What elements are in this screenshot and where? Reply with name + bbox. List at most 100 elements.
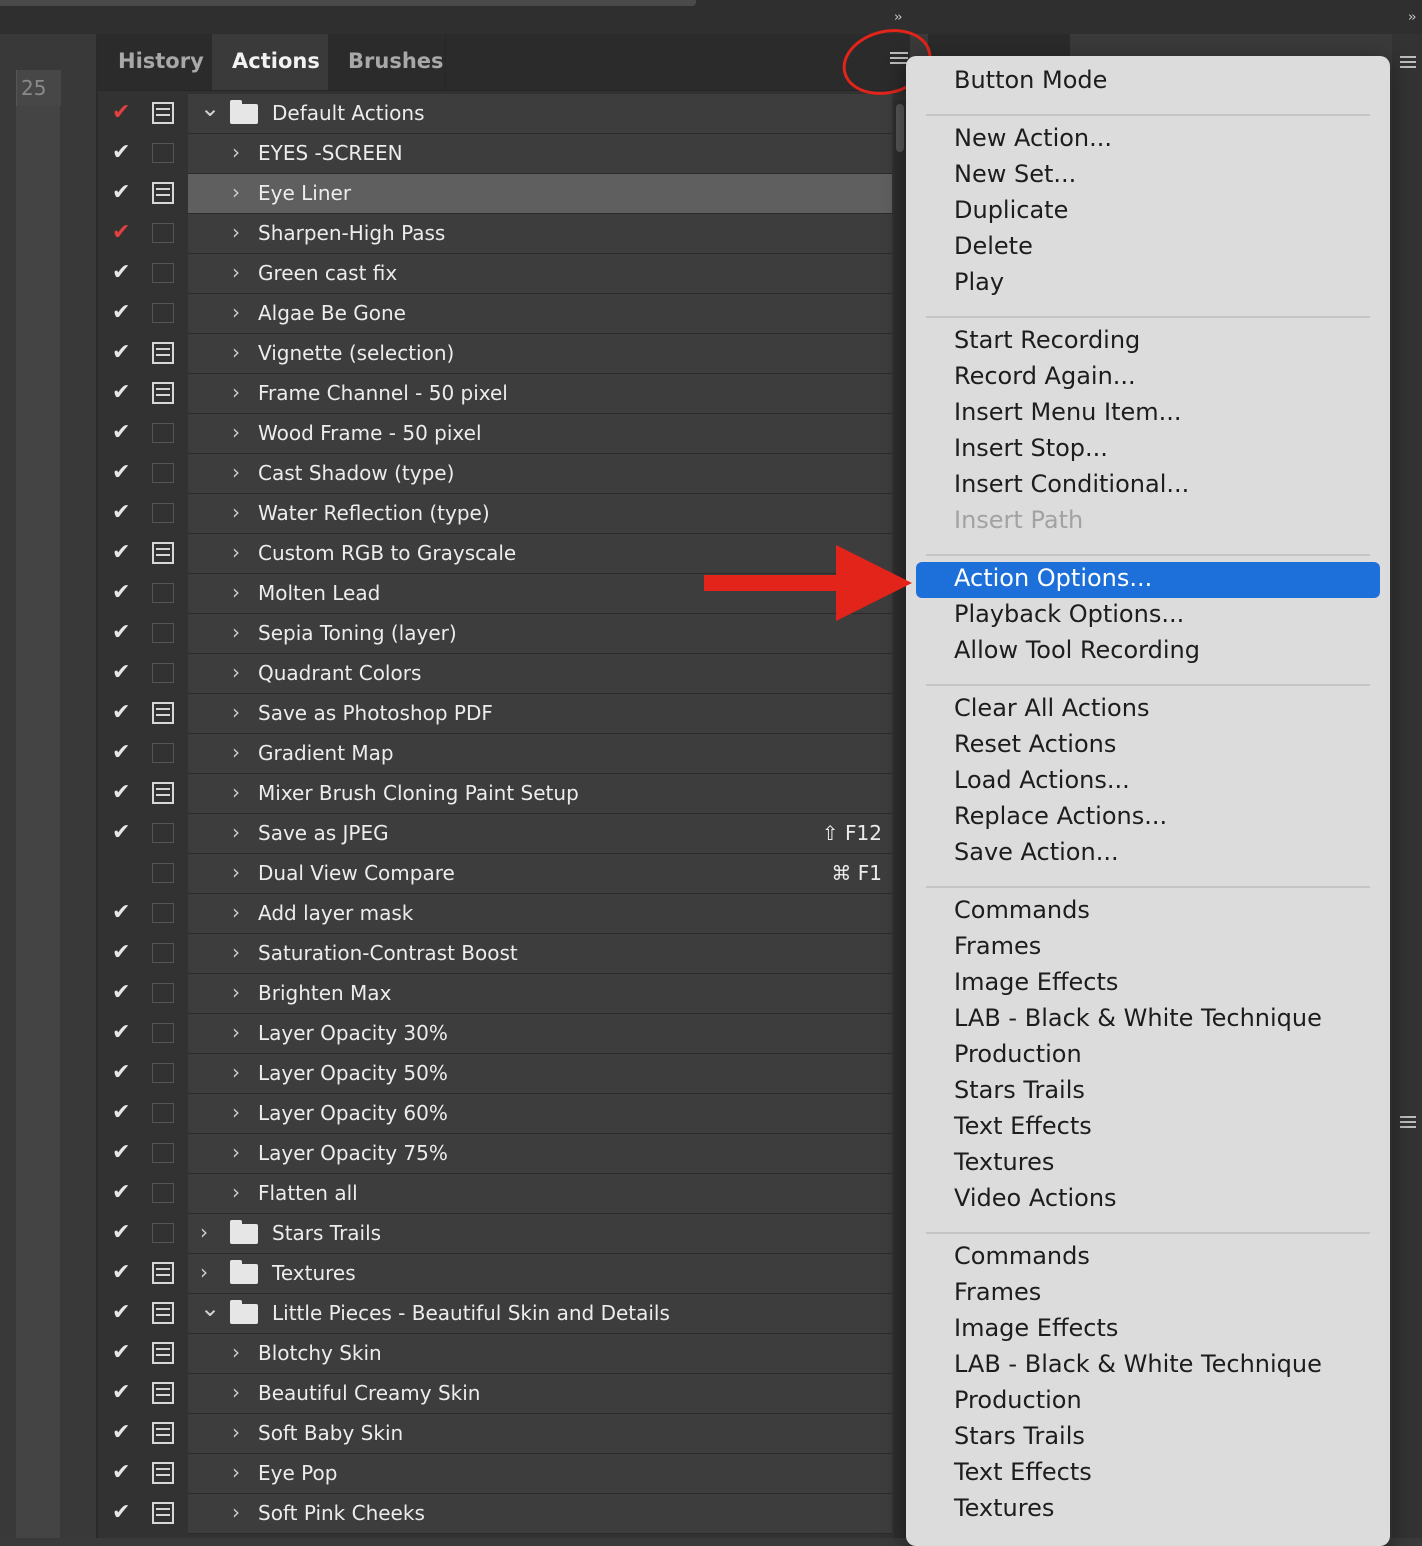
dialog-toggle-empty[interactable] (152, 583, 174, 603)
dialog-toggle-empty[interactable] (152, 823, 174, 843)
chevron-right-icon[interactable]: › (232, 420, 240, 444)
chevron-right-icon[interactable]: › (232, 1420, 240, 1444)
action-row[interactable]: ✔ › Vignette (selection) (98, 334, 892, 374)
row-body[interactable]: › Soft Pink Cheeks (188, 1494, 892, 1534)
menu-item[interactable]: Delete (954, 232, 1033, 260)
row-body[interactable]: › Gradient Map (188, 734, 892, 774)
menu-item[interactable]: Image Effects (954, 1314, 1118, 1342)
toggle-dialog-cell[interactable] (144, 374, 184, 413)
chevron-down-icon[interactable]: ⌄ (200, 94, 220, 122)
menu-item[interactable]: Text Effects (954, 1112, 1092, 1140)
checkmark-icon[interactable]: ✔ (112, 1100, 130, 1125)
toggle-item-cell[interactable]: ✔ (104, 414, 140, 453)
row-body[interactable]: › Dual View Compare ⌘ F1 (188, 854, 892, 894)
row-body[interactable]: › Textures (188, 1254, 892, 1294)
row-body[interactable]: ⌄ Little Pieces - Beautiful Skin and Deta… (188, 1294, 892, 1334)
dialog-toggle-empty[interactable] (152, 1223, 174, 1243)
toggle-item-cell[interactable]: ✔ (104, 1054, 140, 1093)
toggle-dialog-cell[interactable] (144, 1254, 184, 1293)
chevron-right-icon[interactable]: › (200, 1220, 208, 1244)
menu-item[interactable]: Insert Conditional... (954, 470, 1189, 498)
toggle-dialog-cell[interactable] (144, 974, 184, 1013)
chevron-right-icon[interactable]: › (232, 1380, 240, 1404)
checkmark-icon[interactable]: ✔ (112, 620, 130, 645)
dialog-toggle-icon[interactable] (152, 702, 174, 724)
checkmark-icon[interactable]: ✔ (112, 1380, 130, 1405)
toggle-item-cell[interactable]: ✔ (104, 174, 140, 213)
checkmark-icon[interactable]: ✔ (112, 1140, 130, 1165)
chevron-right-icon[interactable]: › (232, 380, 240, 404)
menu-item[interactable]: LAB - Black & White Technique (954, 1004, 1322, 1032)
toggle-item-cell[interactable]: ✔ (104, 974, 140, 1013)
toggle-item-cell[interactable]: ✔ (104, 494, 140, 533)
action-row[interactable]: ✔ › Soft Baby Skin (98, 1414, 892, 1454)
checkmark-icon[interactable]: ✔ (112, 900, 130, 925)
toggle-item-cell[interactable]: ✔ (104, 1294, 140, 1333)
checkmark-icon[interactable]: ✔ (112, 1340, 130, 1365)
toggle-dialog-cell[interactable] (144, 854, 184, 893)
toggle-dialog-cell[interactable] (144, 1374, 184, 1413)
chevron-right-icon[interactable]: › (232, 900, 240, 924)
dialog-toggle-empty[interactable] (152, 1103, 174, 1123)
menu-item[interactable]: Load Actions... (954, 766, 1130, 794)
action-row[interactable]: ✔ › Brighten Max (98, 974, 892, 1014)
chevron-right-icon[interactable]: › (232, 300, 240, 324)
checkmark-icon[interactable]: ✔ (112, 380, 130, 405)
action-row[interactable]: ✔ › Quadrant Colors (98, 654, 892, 694)
action-row[interactable]: › Dual View Compare ⌘ F1 (98, 854, 892, 894)
action-row[interactable]: ✔ › Soft Pink Cheeks (98, 1494, 892, 1534)
menu-item[interactable]: Stars Trails (954, 1076, 1085, 1104)
menu-item[interactable]: Commands (954, 1242, 1090, 1270)
checkmark-icon[interactable]: ✔ (112, 1500, 130, 1525)
dialog-toggle-icon[interactable] (152, 1462, 174, 1484)
dialog-toggle-empty[interactable] (152, 263, 174, 283)
checkmark-icon[interactable]: ✔ (112, 460, 130, 485)
dialog-toggle-empty[interactable] (152, 1143, 174, 1163)
tab-actions[interactable]: Actions (212, 34, 328, 90)
row-body[interactable]: › Custom RGB to Grayscale (188, 534, 892, 574)
menu-item[interactable]: Start Recording (954, 326, 1140, 354)
menu-item[interactable]: Text Effects (954, 1458, 1092, 1486)
toggle-dialog-cell[interactable] (144, 894, 184, 933)
chevron-down-icon[interactable]: ⌄ (200, 1294, 220, 1322)
toggle-dialog-cell[interactable] (144, 774, 184, 813)
toggle-dialog-cell[interactable] (144, 94, 184, 133)
row-body[interactable]: › Eye Liner (188, 174, 892, 214)
action-row[interactable]: ✔ › Cast Shadow (type) (98, 454, 892, 494)
dialog-toggle-empty[interactable] (152, 983, 174, 1003)
dialog-toggle-empty[interactable] (152, 223, 174, 243)
row-body[interactable]: › Layer Opacity 75% (188, 1134, 892, 1174)
toggle-item-cell[interactable]: ✔ (104, 1094, 140, 1133)
chevron-right-icon[interactable]: › (232, 500, 240, 524)
menu-item[interactable]: Production (954, 1040, 1082, 1068)
dialog-toggle-icon[interactable] (152, 542, 174, 564)
row-body[interactable]: › Flatten all (188, 1174, 892, 1214)
dialog-toggle-icon[interactable] (152, 1382, 174, 1404)
checkmark-icon[interactable]: ✔ (112, 140, 130, 165)
toggle-item-cell[interactable]: ✔ (104, 374, 140, 413)
action-row[interactable]: ✔ › Layer Opacity 75% (98, 1134, 892, 1174)
row-body[interactable]: › Beautiful Creamy Skin (188, 1374, 892, 1414)
chevron-right-icon[interactable]: › (232, 1460, 240, 1484)
dialog-toggle-empty[interactable] (152, 903, 174, 923)
action-row[interactable]: ✔ › EYES -SCREEN (98, 134, 892, 174)
toggle-item-cell[interactable]: ✔ (104, 134, 140, 173)
checkmark-icon[interactable]: ✔ (112, 980, 130, 1005)
toggle-dialog-cell[interactable] (144, 1294, 184, 1333)
toggle-dialog-cell[interactable] (144, 1054, 184, 1093)
checkmark-icon[interactable]: ✔ (112, 540, 130, 565)
row-body[interactable]: › Save as JPEG ⇧ F12 (188, 814, 892, 854)
chevron-right-icon[interactable]: › (232, 1140, 240, 1164)
dialog-toggle-empty[interactable] (152, 303, 174, 323)
row-body[interactable]: › Quadrant Colors (188, 654, 892, 694)
toggle-dialog-cell[interactable] (144, 1494, 184, 1533)
menu-item[interactable]: Playback Options... (954, 600, 1184, 628)
chevron-right-icon[interactable]: › (232, 1060, 240, 1084)
action-set-row[interactable]: ✔ › Stars Trails (98, 1214, 892, 1254)
action-row[interactable]: ✔ › Sepia Toning (layer) (98, 614, 892, 654)
action-row[interactable]: ✔ › Beautiful Creamy Skin (98, 1374, 892, 1414)
scrollbar-thumb[interactable] (896, 104, 904, 152)
checkmark-icon[interactable]: ✔ (112, 260, 130, 285)
menu-item[interactable]: Image Effects (954, 968, 1118, 996)
toggle-dialog-cell[interactable] (144, 934, 184, 973)
